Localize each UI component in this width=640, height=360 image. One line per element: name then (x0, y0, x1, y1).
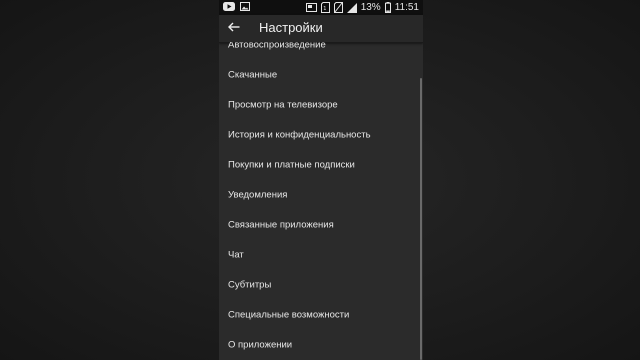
settings-item-label: Связанные приложения (228, 219, 334, 231)
settings-item-notifications[interactable]: Уведомления (219, 180, 419, 210)
battery-percent: 13% (360, 2, 381, 13)
phone-screen: 1 13% 11:51 Настройки Автовоспроизведени… (219, 0, 423, 360)
status-time: 11:51 (394, 2, 419, 13)
settings-item-label: Уведомления (228, 189, 288, 201)
battery-icon (384, 2, 391, 13)
no-sim-icon (333, 2, 343, 13)
scrollbar[interactable] (420, 78, 422, 360)
youtube-icon (223, 2, 235, 11)
settings-item-label: Чат (228, 249, 244, 261)
signal-icon (346, 2, 357, 13)
settings-list: Автовоспроизведение Скачанные Просмотр н… (219, 42, 423, 360)
settings-item-label: Специальные возможности (228, 309, 350, 321)
arrow-left-icon (228, 19, 240, 37)
settings-item-label: Автовоспроизведение (228, 42, 326, 51)
page-title: Настройки (259, 20, 323, 35)
back-button[interactable] (224, 18, 244, 38)
settings-item-watch-on-tv[interactable]: Просмотр на телевизоре (219, 90, 419, 120)
settings-item-autoplay[interactable]: Автовоспроизведение (219, 42, 419, 60)
settings-item-label: История и конфиденциальность (228, 129, 371, 141)
settings-item-about[interactable]: О приложении (219, 330, 419, 360)
settings-item-label: О приложении (228, 339, 293, 351)
status-bar: 1 13% 11:51 (219, 0, 423, 15)
image-icon (240, 2, 250, 11)
video-frame: 1 13% 11:51 Настройки Автовоспроизведени… (0, 0, 640, 360)
settings-item-label: Покупки и платные подписки (228, 159, 355, 171)
settings-item-label: Субтитры (228, 279, 272, 291)
settings-item-label: Скачанные (228, 69, 278, 81)
sim-icon: 1 (320, 2, 330, 13)
settings-item-connected-apps[interactable]: Связанные приложения (219, 210, 419, 240)
settings-item-label: Просмотр на телевизоре (228, 99, 338, 111)
settings-item-history-privacy[interactable]: История и конфиденциальность (219, 120, 419, 150)
cast-icon (305, 2, 317, 13)
settings-item-downloads[interactable]: Скачанные (219, 60, 419, 90)
settings-item-purchases[interactable]: Покупки и платные подписки (219, 150, 419, 180)
svg-text:1: 1 (323, 6, 326, 12)
settings-item-chat[interactable]: Чат (219, 240, 419, 270)
settings-item-accessibility[interactable]: Специальные возможности (219, 300, 419, 330)
app-bar: Настройки (219, 15, 423, 43)
settings-item-captions[interactable]: Субтитры (219, 270, 419, 300)
